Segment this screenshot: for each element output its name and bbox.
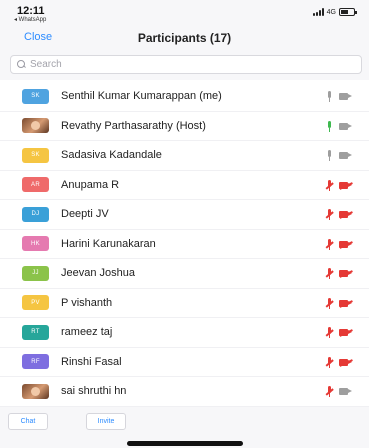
mic-muted-icon (325, 209, 334, 221)
participant-name: sai shruthi hn (61, 385, 127, 398)
participant-name: Deepti JV (61, 208, 109, 221)
mic-muted-icon (325, 268, 334, 280)
avatar: SK (22, 147, 49, 163)
participant-row[interactable]: SK Senthil Kumar Kumarappan (me) (0, 82, 369, 112)
battery-icon (339, 8, 357, 16)
participant-list: SK Senthil Kumar Kumarappan (me) Revathy P… (0, 82, 369, 407)
mic-icon (326, 120, 333, 133)
avatar: SK (22, 88, 49, 104)
video-off-icon (339, 358, 353, 366)
header: Close Participants (17) (0, 26, 369, 50)
avatar: RT (22, 324, 49, 340)
search-input[interactable] (30, 59, 350, 70)
video-off-icon (339, 240, 353, 248)
signal-icon (312, 8, 324, 16)
participant-row[interactable]: sai shruthi hn (0, 377, 369, 407)
search-box[interactable] (10, 55, 362, 74)
avatar (22, 118, 49, 134)
home-indicator (127, 441, 243, 446)
avatar: JJ (22, 265, 49, 281)
participant-name: Rinshi Fasal (61, 355, 122, 368)
avatar: DJ (22, 206, 49, 222)
video-icon (339, 122, 353, 130)
participant-row[interactable]: JJ Jeevan Joshua (0, 259, 369, 289)
status-bar: 12:11 ◂ WhatsApp 4G (0, 0, 369, 26)
participant-row[interactable]: HK Harini Karunakaran (0, 230, 369, 259)
network-label: 4G (326, 8, 336, 16)
mic-muted-icon (325, 179, 334, 192)
participant-name: Sadasiva Kadandale (61, 149, 162, 162)
participant-row[interactable]: DJ Deepti JV (0, 200, 369, 230)
avatar: HK (22, 236, 49, 252)
page-title: Participants (17) (137, 31, 232, 45)
mic-icon (326, 91, 333, 103)
participant-row[interactable]: RT rameez taj (0, 318, 369, 348)
video-icon (339, 93, 353, 100)
mic-icon (326, 150, 333, 162)
video-off-icon (339, 270, 353, 278)
bottom-bar: Chat Invite (0, 407, 369, 448)
participant-name: Senthil Kumar Kumarappan (me) (61, 90, 222, 103)
mic-muted-icon (325, 297, 334, 310)
video-icon (339, 152, 353, 159)
avatar: PV (22, 295, 49, 311)
video-off-icon (339, 329, 353, 337)
participant-row[interactable]: AR Anupama R (0, 171, 369, 200)
participant-name: P vishanth (61, 296, 113, 309)
chat-button[interactable]: Chat (8, 413, 48, 430)
participant-name: Anupama R (61, 178, 120, 191)
mic-muted-icon (325, 386, 334, 398)
search-icon (17, 60, 26, 69)
participant-name: Revathy Parthasarathy (Host) (61, 119, 206, 132)
battery-fill (341, 10, 349, 14)
participant-name: Jeevan Joshua (61, 267, 135, 280)
participant-row[interactable]: RF Rinshi Fasal (0, 348, 369, 377)
video-off-icon (339, 299, 353, 307)
back-to-app-link[interactable]: ◂ WhatsApp (14, 16, 46, 23)
status-indicators: 4G (312, 8, 357, 16)
participant-row[interactable]: Revathy Parthasarathy (Host) (0, 112, 369, 141)
search-bar (0, 50, 369, 80)
mic-muted-icon (325, 327, 334, 339)
mic-muted-icon (325, 238, 334, 251)
avatar (22, 383, 49, 399)
video-off-icon (339, 181, 353, 189)
avatar: RF (22, 354, 49, 370)
participant-row[interactable]: PV P vishanth (0, 289, 369, 318)
invite-button[interactable]: Invite (86, 413, 126, 430)
video-icon (339, 388, 353, 395)
mic-muted-icon (325, 356, 334, 369)
avatar: AR (22, 177, 49, 193)
participant-row[interactable]: SK Sadasiva Kadandale (0, 141, 369, 171)
video-off-icon (339, 211, 353, 219)
participant-name: rameez taj (61, 326, 113, 339)
participant-name: Harini Karunakaran (61, 237, 156, 250)
